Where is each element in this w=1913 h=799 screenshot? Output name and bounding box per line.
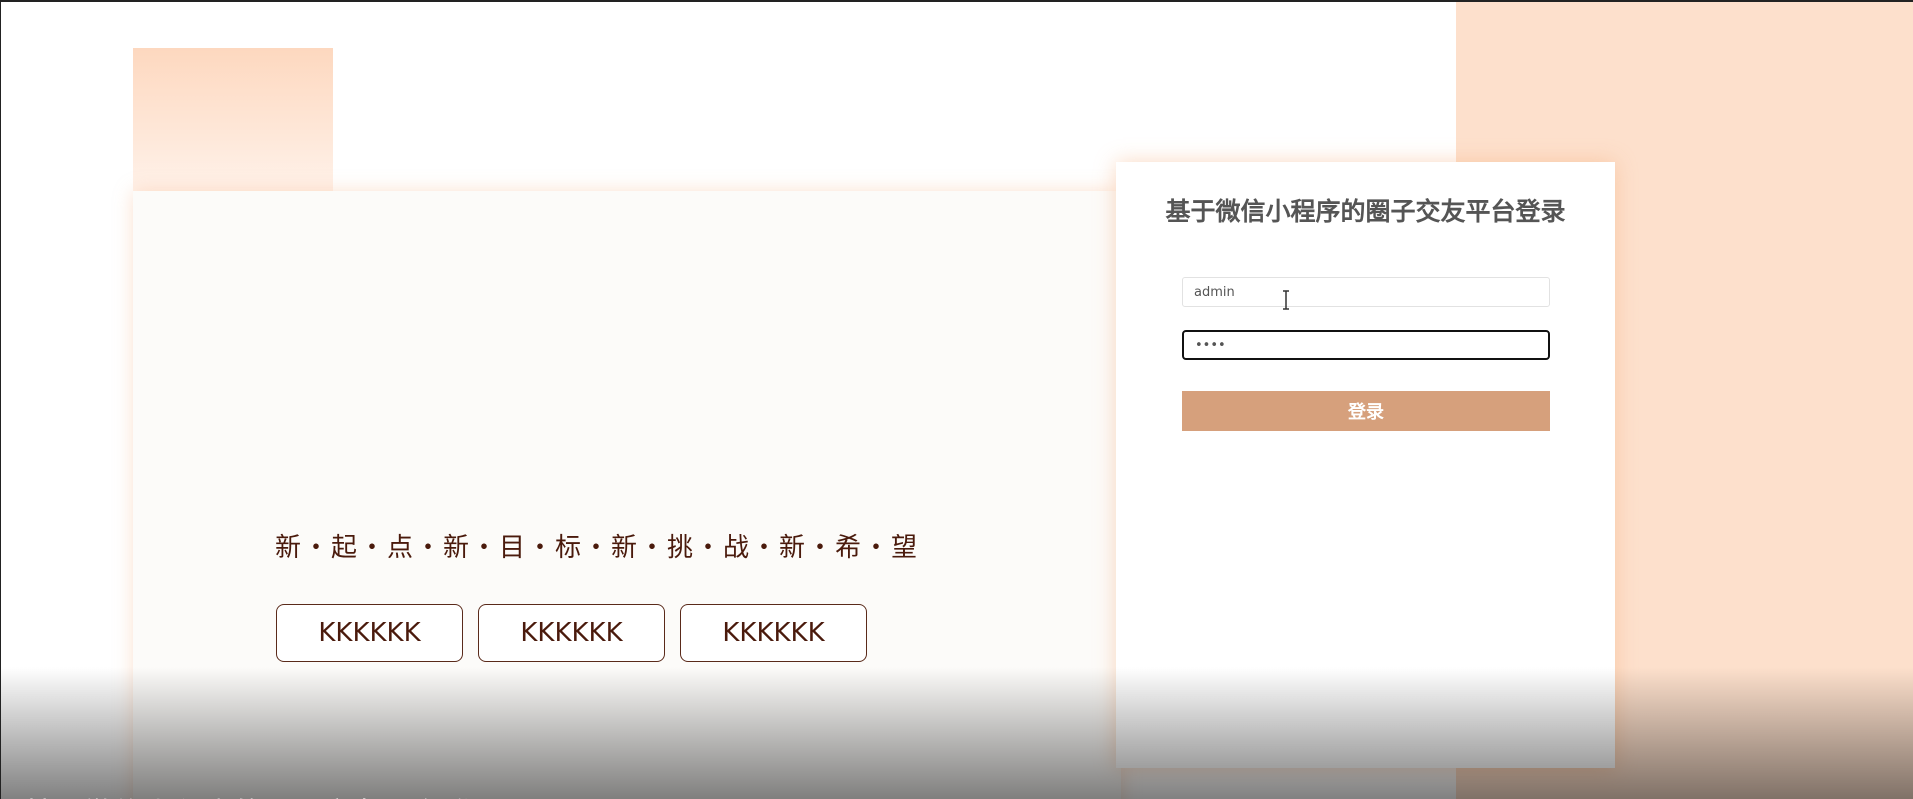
login-title: 基于微信小程序的圈子交友平台登录: [1165, 197, 1566, 226]
page: 新・起・点・新・目・标・新・挑・战・新・希・望 KKKKKK KKKKKK KK…: [0, 0, 1913, 799]
text-cursor-icon: [1283, 290, 1289, 310]
hero-button-1[interactable]: KKKKKK: [276, 604, 463, 662]
decorative-gradient-square: [133, 48, 333, 193]
password-input[interactable]: [1182, 330, 1550, 360]
hero-button-row: KKKKKK KKKKKK KKKKKK: [276, 604, 867, 662]
hero-button-2[interactable]: KKKKKK: [478, 604, 665, 662]
login-button[interactable]: 登录: [1182, 391, 1550, 431]
login-panel: 基于微信小程序的圈子交友平台登录 登录: [1116, 162, 1615, 768]
bottom-caption: 基于微信小程序的圈子交友平台登录: [23, 789, 503, 799]
hero-card: 新・起・点・新・目・标・新・挑・战・新・希・望 KKKKKK KKKKKK KK…: [133, 191, 1121, 799]
slogan-text: 新・起・点・新・目・标・新・挑・战・新・希・望: [275, 533, 920, 563]
hero-button-3[interactable]: KKKKKK: [680, 604, 867, 662]
username-input[interactable]: [1182, 277, 1550, 307]
